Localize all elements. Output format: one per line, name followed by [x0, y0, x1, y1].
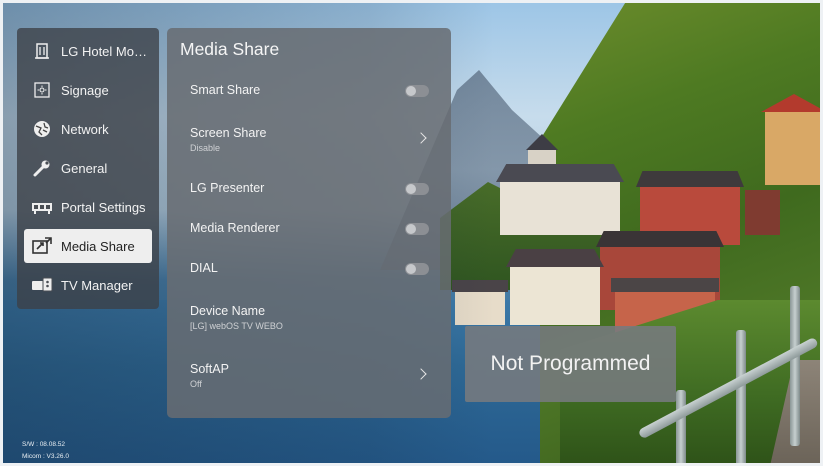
- sidebar-item-lg-hotel-mode[interactable]: LG Hotel Mod...: [24, 34, 152, 68]
- sidebar-item-signage[interactable]: Signage: [24, 73, 152, 107]
- smart-share-toggle[interactable]: [405, 85, 429, 97]
- setting-label: Device Name: [190, 304, 266, 318]
- building-icon: [31, 41, 53, 61]
- setting-label: Screen Share: [190, 126, 267, 140]
- sidebar-item-label: Portal Settings: [61, 199, 146, 215]
- page-title: Media Share: [180, 39, 280, 59]
- not-programmed-toast: Not Programmed: [465, 326, 676, 402]
- smart-share-row[interactable]: Smart Share: [190, 83, 429, 97]
- softap-row[interactable]: SoftAP Off: [190, 362, 429, 389]
- device-name-row[interactable]: Device Name [LG] webOS TV WEBO: [190, 304, 429, 331]
- settings-sidebar: LG Hotel Mod... Signage Network General …: [17, 28, 159, 309]
- sidebar-item-network[interactable]: Network: [24, 112, 152, 146]
- media-share-panel: Media Share Smart Share Screen Share Dis…: [167, 28, 451, 418]
- sidebar-item-label: LG Hotel Mod...: [61, 43, 152, 59]
- media-renderer-row[interactable]: Media Renderer: [190, 221, 429, 235]
- setting-value: Off: [190, 379, 202, 389]
- sidebar-item-tv-manager[interactable]: TV Manager: [24, 268, 152, 302]
- setting-label: Media Renderer: [190, 221, 280, 235]
- setting-label: LG Presenter: [190, 181, 265, 195]
- sidebar-item-label: Media Share: [61, 238, 135, 254]
- lg-presenter-row[interactable]: LG Presenter: [190, 181, 429, 195]
- sidebar-item-portal-settings[interactable]: Portal Settings: [24, 190, 152, 224]
- sidebar-item-label: TV Manager: [61, 277, 133, 293]
- screen-share-row[interactable]: Screen Share Disable: [190, 126, 429, 153]
- media-share-icon: [31, 236, 53, 256]
- dial-toggle[interactable]: [405, 263, 429, 275]
- setting-label: SoftAP: [190, 362, 229, 376]
- setting-value: [LG] webOS TV WEBO: [190, 321, 283, 331]
- media-renderer-toggle[interactable]: [405, 223, 429, 235]
- sidebar-item-label: Signage: [61, 82, 109, 98]
- wrench-icon: [31, 158, 53, 178]
- sidebar-item-label: General: [61, 160, 108, 176]
- software-version: S/W : 08.08.52: [22, 441, 65, 448]
- signage-icon: [31, 80, 53, 100]
- dial-row[interactable]: DIAL: [190, 261, 429, 275]
- portal-icon: [31, 197, 53, 217]
- network-globe-icon: [31, 119, 53, 139]
- lg-presenter-toggle[interactable]: [405, 183, 429, 195]
- sidebar-item-media-share[interactable]: Media Share: [24, 229, 152, 263]
- setting-label: DIAL: [190, 261, 218, 275]
- micom-version: Micom : V3.26.0: [22, 453, 69, 460]
- sidebar-item-general[interactable]: General: [24, 151, 152, 185]
- setting-value: Disable: [190, 143, 221, 153]
- setting-label: Smart Share: [190, 83, 261, 97]
- sidebar-item-label: Network: [61, 121, 109, 137]
- tv-manager-icon: [31, 275, 53, 295]
